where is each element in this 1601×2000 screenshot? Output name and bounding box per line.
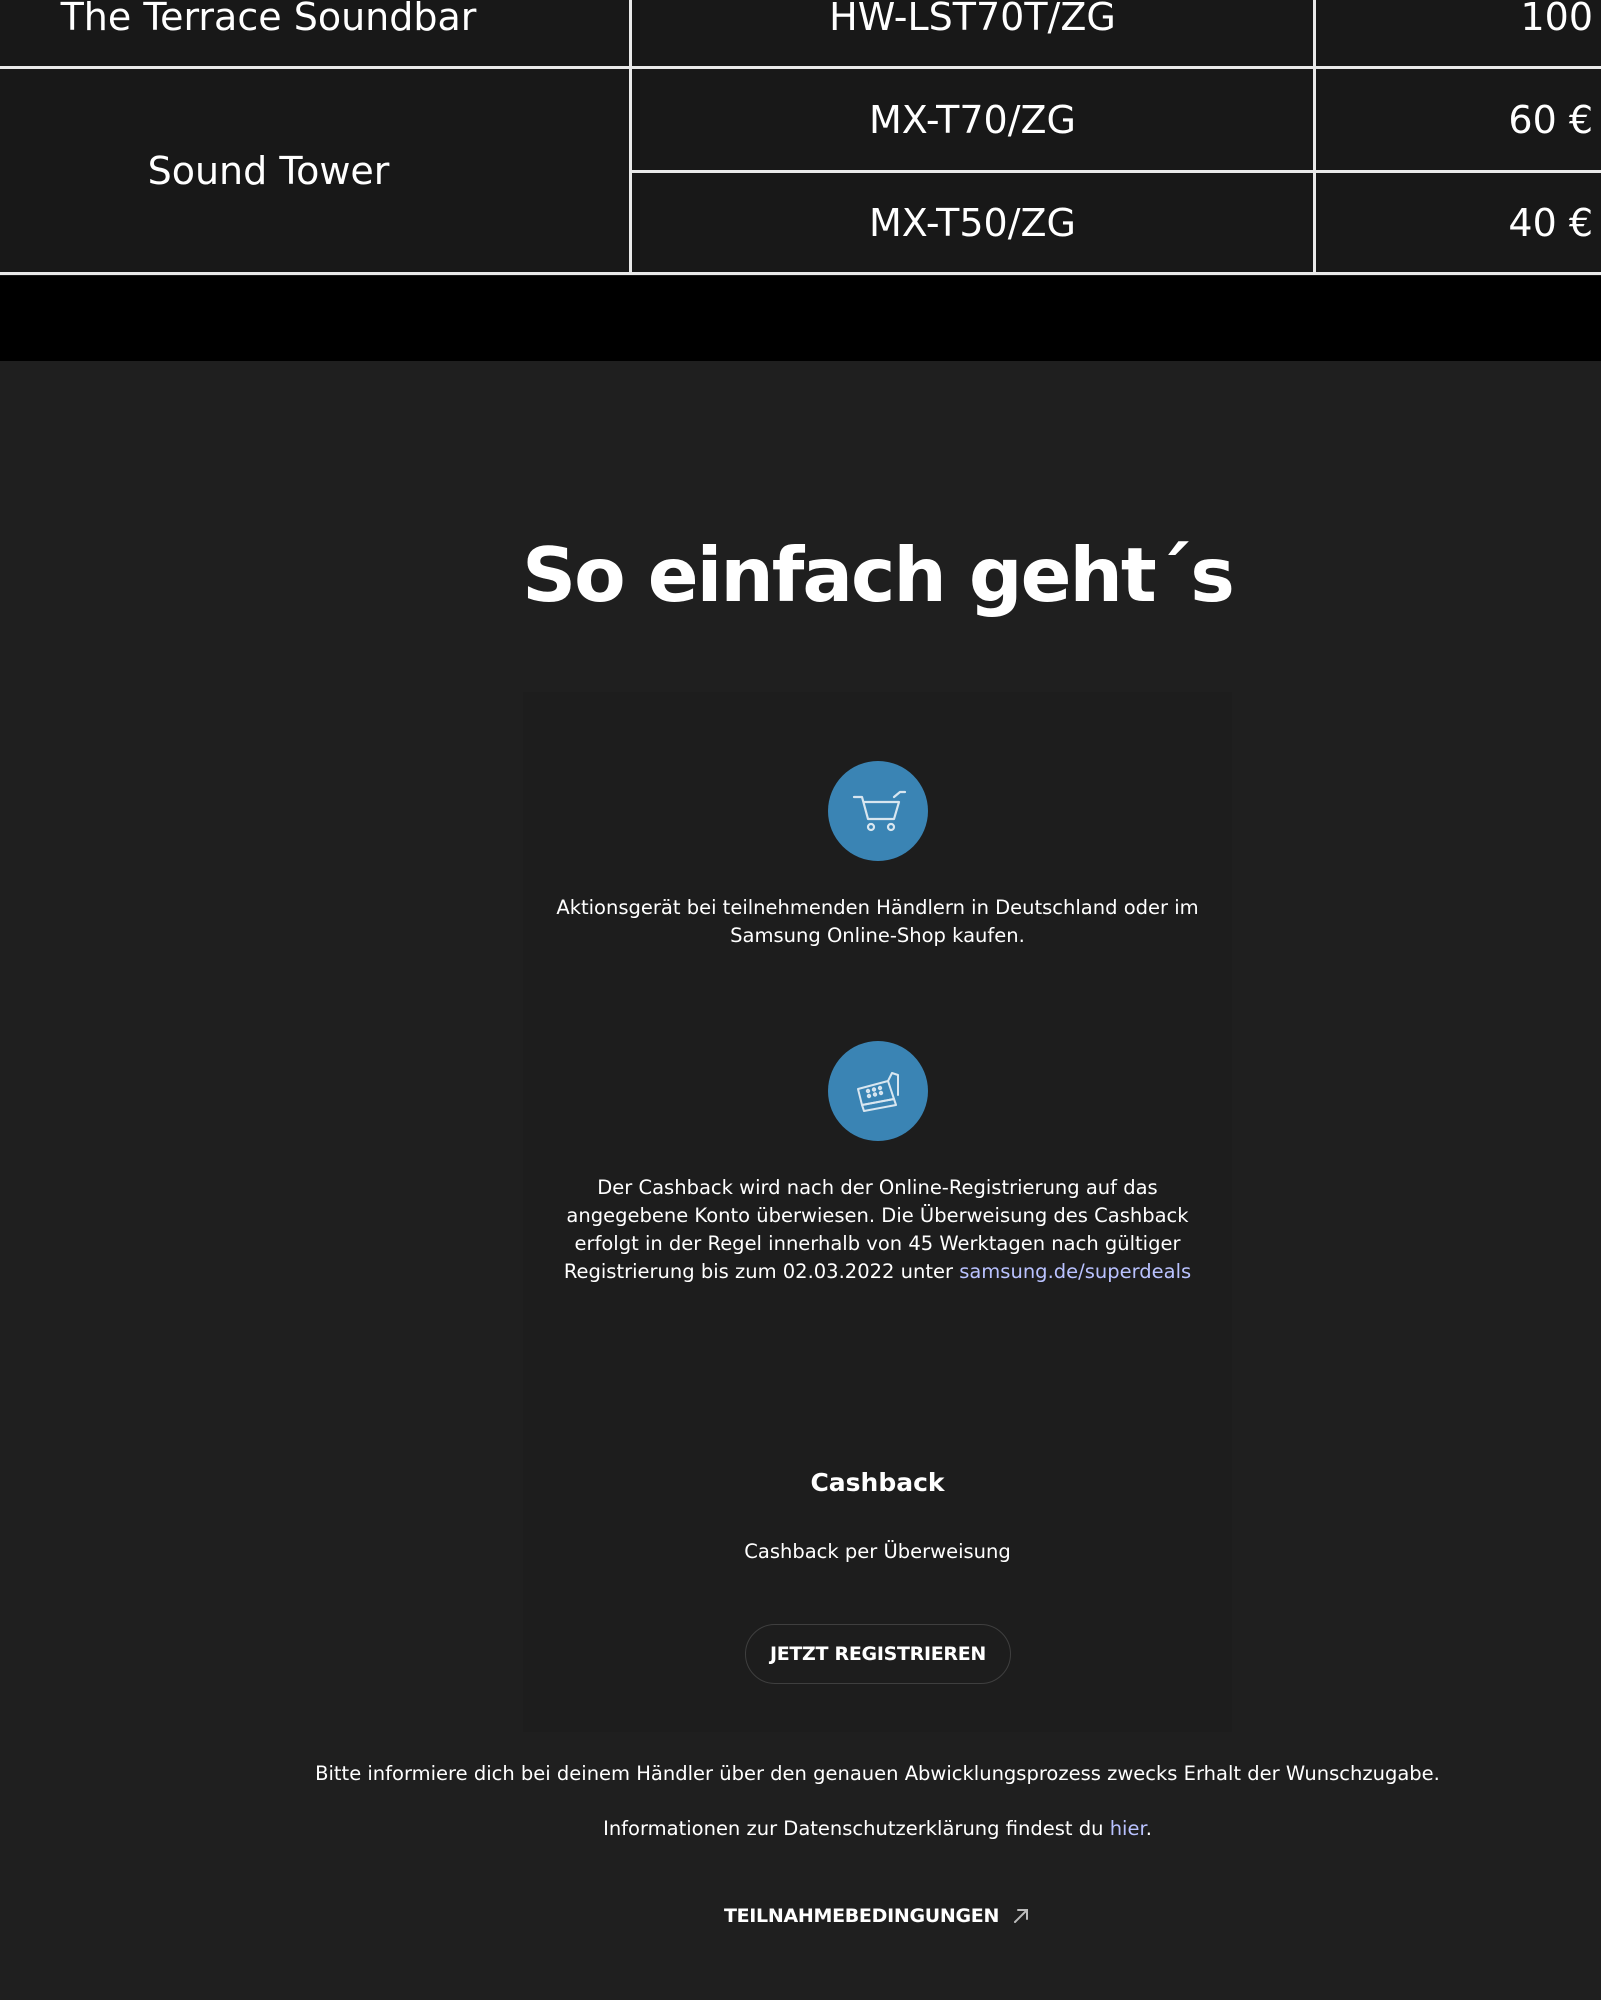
- register-button[interactable]: JETZT REGISTRIEREN: [745, 1624, 1011, 1684]
- table-cell-model: HW-LST70T/ZG: [829, 0, 1116, 39]
- product-table: The Terrace Soundbar HW-LST70T/ZG 100 So…: [0, 0, 1601, 276]
- terms-link[interactable]: TEILNAHMEBEDINGUNGEN: [724, 1905, 1031, 1927]
- retailer-notice: Bitte informiere dich bei deinem Händler…: [315, 1762, 1440, 1785]
- section-title: So einfach geht´s: [522, 531, 1235, 619]
- cashback-value: 40 €: [1508, 200, 1593, 245]
- superdeals-link[interactable]: samsung.de/superdeals: [959, 1260, 1191, 1283]
- table-cell-cashback: 100: [1316, 0, 1601, 52]
- table-cell-model: MX-T50/ZG: [869, 200, 1076, 245]
- privacy-suffix: .: [1145, 1817, 1152, 1840]
- terms-row: TEILNAHMEBEDINGUNGEN: [0, 1905, 1601, 1927]
- cash-register-icon: [828, 1041, 928, 1141]
- table-cell-cashback: 40 €: [1316, 173, 1601, 272]
- table-cell-product: The Terrace Soundbar: [60, 0, 477, 39]
- cashback-title: Cashback: [810, 1468, 945, 1497]
- cashback-value: 100: [1520, 0, 1593, 39]
- privacy-link[interactable]: hier: [1110, 1817, 1146, 1840]
- table-cell-cashback: 60 €: [1316, 69, 1601, 170]
- step-1-text: Aktionsgerät bei teilnehmenden Händlern …: [556, 896, 1199, 947]
- cashback-value: 60 €: [1508, 97, 1593, 142]
- how-it-works-section: So einfach geht´s Aktionsgerät bei teiln…: [0, 361, 1601, 2000]
- external-link-arrow-icon: [1014, 1909, 1029, 1923]
- table-cell-model: MX-T70/ZG: [869, 97, 1076, 142]
- shopping-cart-icon: [828, 761, 928, 861]
- product-table-section: The Terrace Soundbar HW-LST70T/ZG 100 So…: [0, 0, 1601, 361]
- privacy-text: Informationen zur Datenschutzerklärung f…: [603, 1817, 1104, 1840]
- cashback-subtitle: Cashback per Überweisung: [744, 1540, 1011, 1563]
- terms-label: TEILNAHMEBEDINGUNGEN: [723, 1905, 1000, 1927]
- table-divider: [0, 272, 1601, 275]
- table-cell-product: Sound Tower: [147, 148, 390, 193]
- step-2-text: Der Cashback wird nach der Online-Regist…: [540, 1174, 1215, 1286]
- privacy-notice: Informationen zur Datenschutzerklärung f…: [0, 1817, 1601, 1840]
